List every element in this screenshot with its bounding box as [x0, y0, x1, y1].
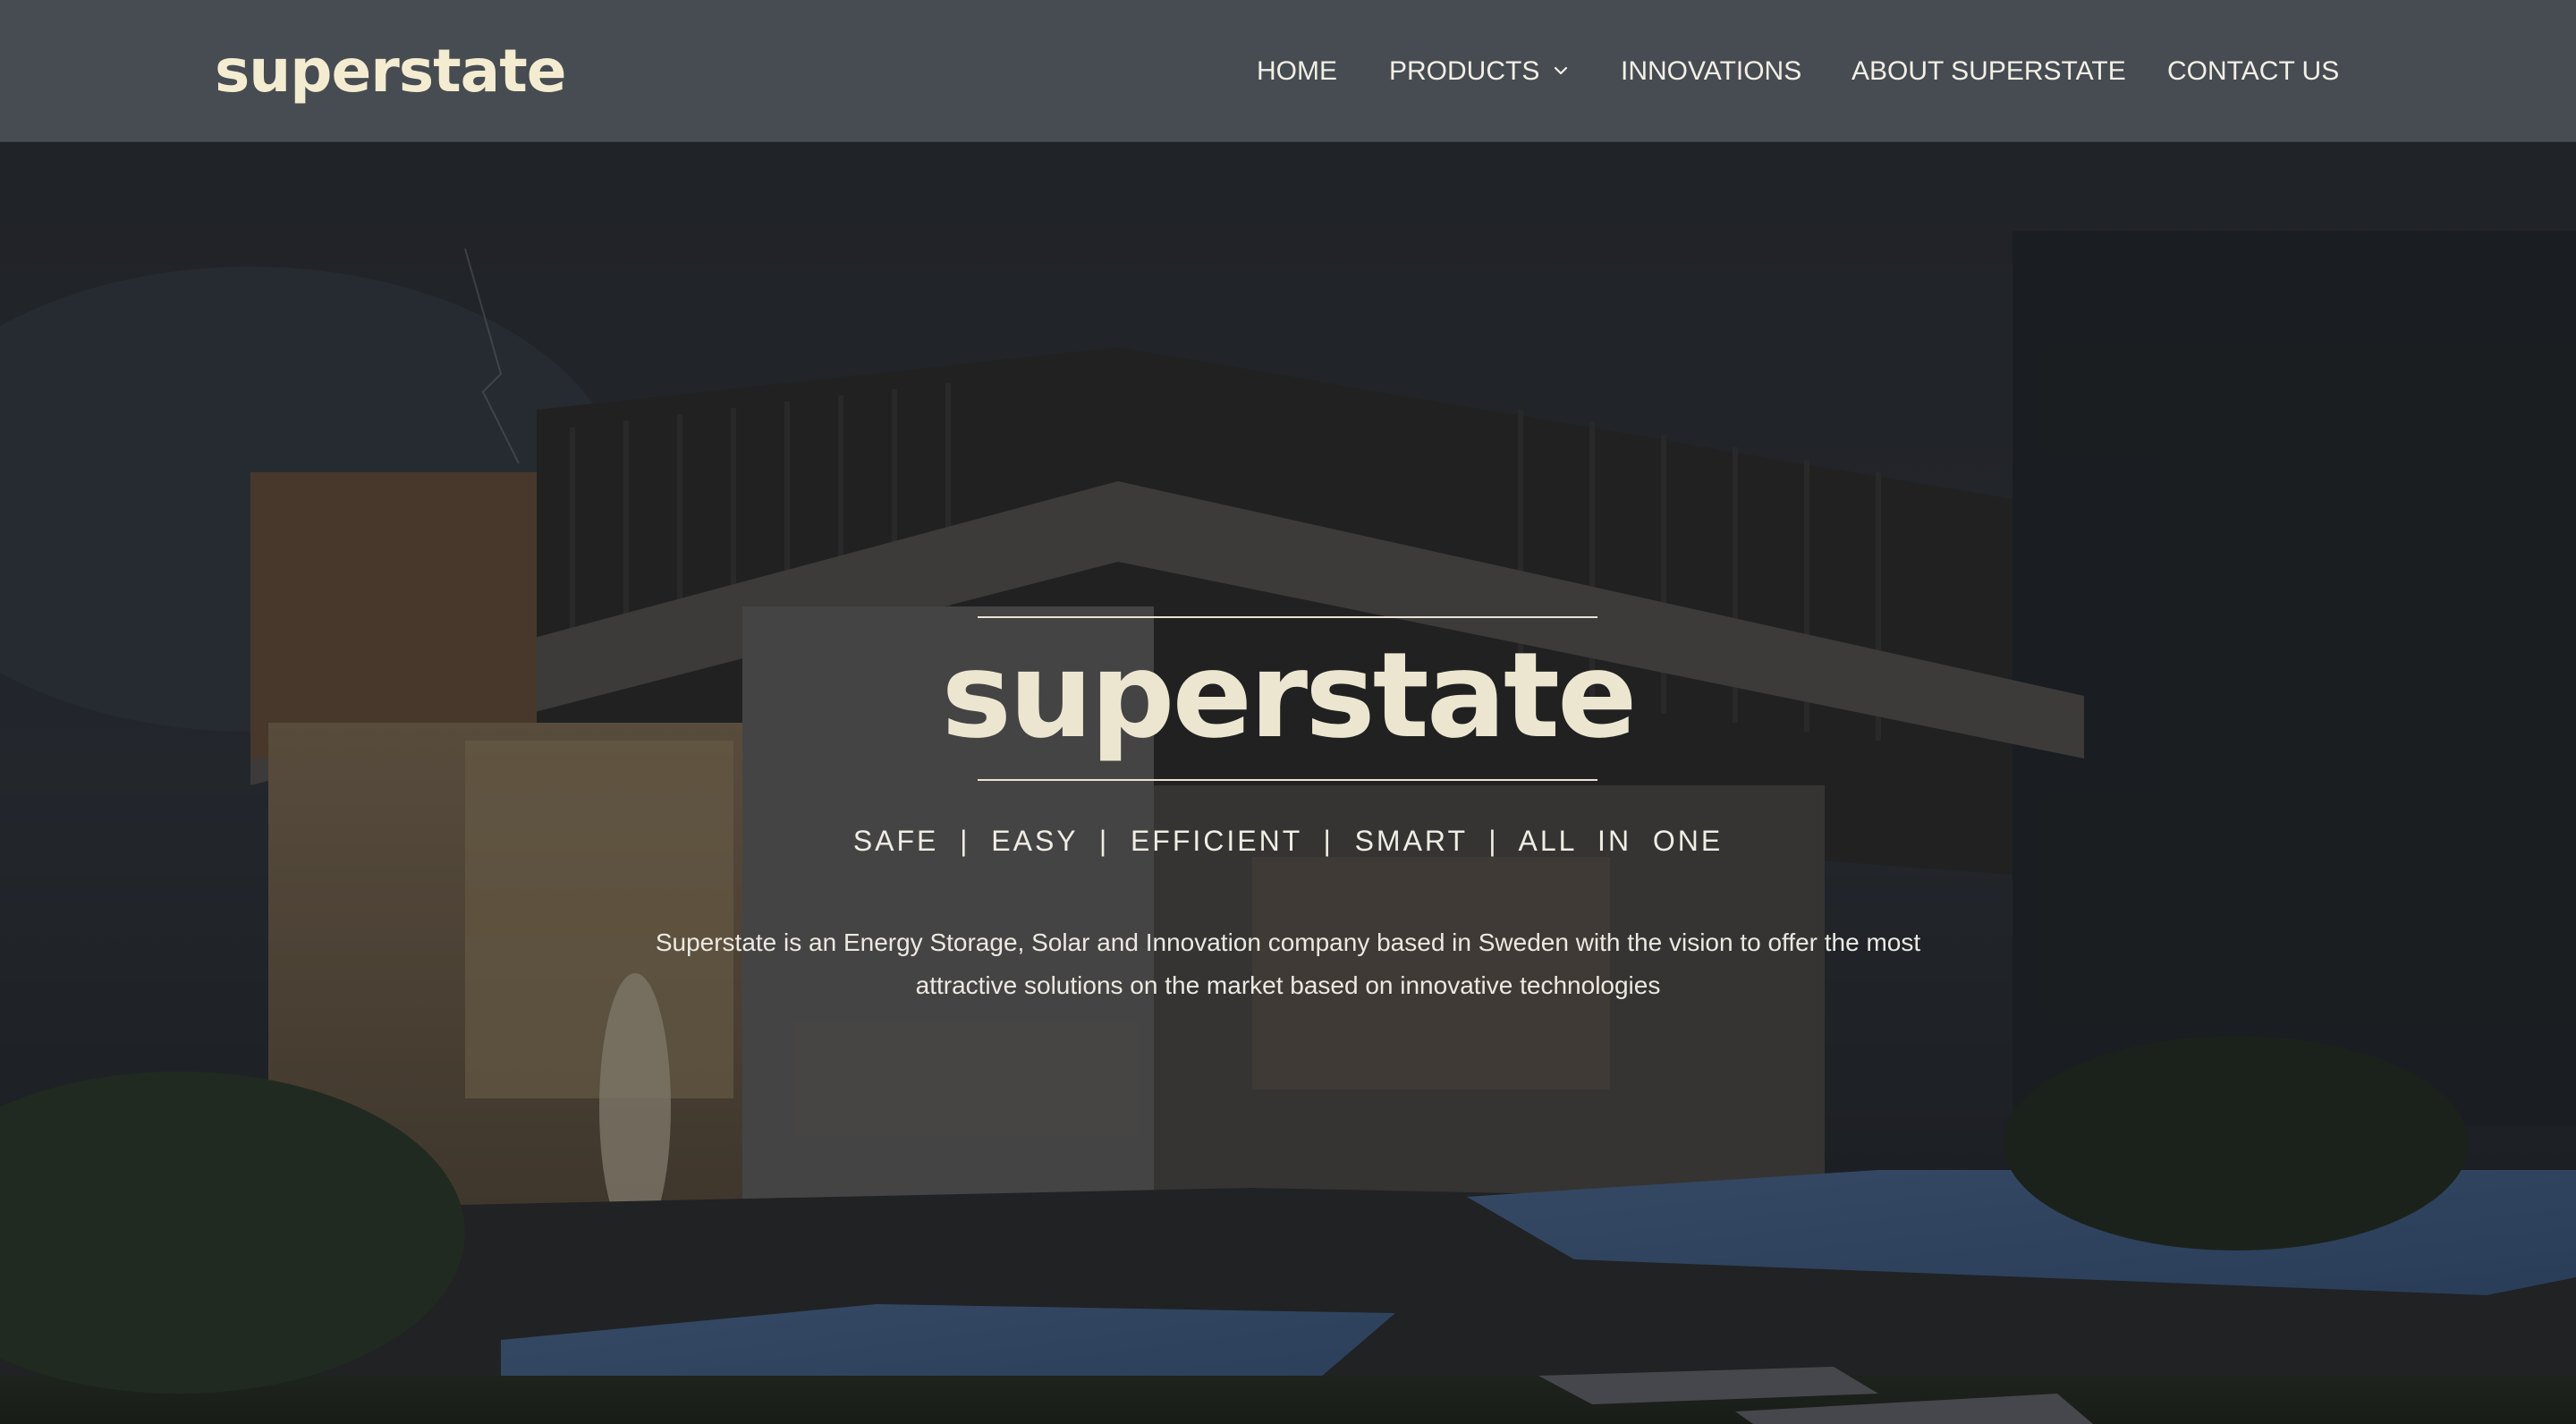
- nav-about-label: ABOUT SUPERSTATE: [1852, 56, 2126, 86]
- title-rule-top: [978, 616, 1597, 618]
- main-nav: HOME PRODUCTS INNOVATIONS ABOUT SUPERSTA…: [0, 54, 2576, 89]
- hero-content: superstate SAFE | EASY | EFFICIENT | SMA…: [0, 141, 2576, 1424]
- nav-contact[interactable]: CONTACT US: [2167, 54, 2339, 89]
- nav-innovations[interactable]: INNOVATIONS: [1621, 54, 1801, 89]
- hero-tagline: SAFE | EASY | EFFICIENT | SMART | ALL IN…: [852, 825, 1724, 857]
- nav-home[interactable]: HOME: [1257, 54, 1337, 89]
- nav-products-label: PRODUCTS: [1389, 56, 1540, 86]
- nav-innovations-label: INNOVATIONS: [1621, 56, 1802, 86]
- hero-title: superstate: [941, 627, 1637, 765]
- site-header: superstate HOME PRODUCTS INNOVATIONS ABO…: [0, 0, 2576, 142]
- nav-products[interactable]: PRODUCTS: [1389, 54, 1570, 89]
- hero-section: superstate SAFE | EASY | EFFICIENT | SMA…: [0, 141, 2576, 1424]
- page: superstate HOME PRODUCTS INNOVATIONS ABO…: [0, 0, 2576, 1424]
- nav-contact-label: CONTACT US: [2167, 56, 2340, 86]
- nav-home-label: HOME: [1257, 56, 1337, 86]
- hero-description: Superstate is an Energy Storage, Solar a…: [655, 928, 1921, 999]
- chevron-down-icon: [1555, 66, 1568, 75]
- nav-about[interactable]: ABOUT SUPERSTATE: [1852, 54, 2126, 89]
- title-rule-bottom: [978, 779, 1597, 781]
